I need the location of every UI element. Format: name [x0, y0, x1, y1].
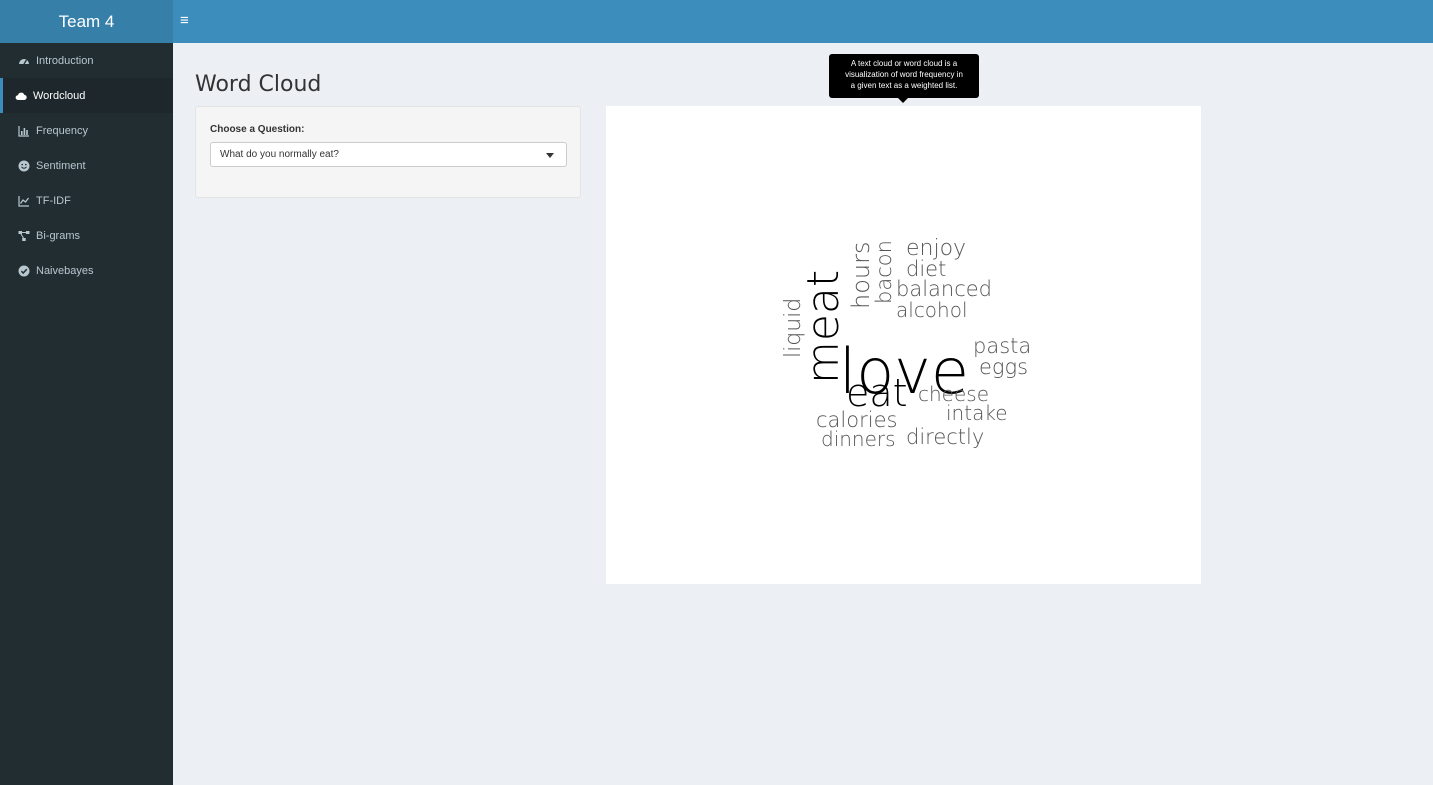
wordcloud-svg: love meat eat liquid hours bacon enjoy d…	[781, 236, 1031, 451]
sidebar: Introduction Wordcloud Frequency Sentime…	[0, 43, 173, 785]
sidebar-item-label: Bi-grams	[36, 229, 81, 242]
wordcloud-plot: love meat eat liquid hours bacon enjoy d…	[606, 106, 1201, 584]
word-alcohol: alcohol	[896, 298, 968, 322]
word-directly: directly	[906, 425, 984, 449]
word-dinners: dinners	[821, 427, 896, 451]
tooltip-line: a given text as a weighted list.	[850, 81, 958, 90]
tooltip-arrow	[898, 98, 908, 103]
sidebar-item-wordcloud[interactable]: Wordcloud	[0, 78, 173, 113]
tooltip-line: visualization of word frequency in	[845, 70, 963, 79]
sidebar-item-label: Wordcloud	[33, 89, 86, 102]
question-select[interactable]: What do you normally eat?	[210, 142, 567, 167]
sidebar-item-label: Frequency	[36, 124, 88, 137]
bar-chart-icon	[18, 125, 30, 137]
wordcloud-tooltip: A text cloud or word cloud is a visualiz…	[829, 54, 979, 98]
word-intake: intake	[946, 401, 1008, 425]
question-select-value: What do you normally eat?	[220, 149, 339, 160]
sidebar-item-label: Sentiment	[36, 159, 86, 172]
caret-down-icon	[546, 153, 554, 158]
word-eggs: eggs	[979, 355, 1028, 379]
check-circle-icon	[18, 265, 30, 277]
question-panel: Choose a Question: What do you normally …	[195, 106, 581, 198]
question-label: Choose a Question:	[210, 124, 305, 135]
sidebar-item-label: Naivebayes	[36, 264, 94, 277]
sidebar-item-bi-grams[interactable]: Bi-grams	[0, 218, 173, 253]
word-hours: hours	[847, 242, 875, 309]
dashboard-icon	[18, 55, 30, 67]
top-navbar	[0, 0, 1433, 43]
page-title: Word Cloud	[195, 72, 322, 97]
network-icon	[18, 230, 30, 242]
sidebar-toggle-button[interactable]: ≡	[180, 10, 202, 32]
tooltip-line: A text cloud or word cloud is a	[850, 59, 958, 68]
cloud-icon	[15, 90, 27, 102]
sidebar-item-frequency[interactable]: Frequency	[0, 113, 173, 148]
sidebar-item-introduction[interactable]: Introduction	[0, 43, 173, 78]
word-liquid: liquid	[781, 298, 806, 358]
sidebar-item-label: Introduction	[36, 54, 94, 67]
brand-logo[interactable]: Team 4	[0, 0, 173, 43]
word-bacon: bacon	[872, 240, 896, 304]
sidebar-item-sentiment[interactable]: Sentiment	[0, 148, 173, 183]
sidebar-item-naivebayes[interactable]: Naivebayes	[0, 253, 173, 288]
sidebar-item-tf-idf[interactable]: TF-IDF	[0, 183, 173, 218]
line-chart-icon	[18, 195, 30, 207]
smile-icon	[18, 160, 30, 172]
sidebar-item-label: TF-IDF	[36, 194, 71, 207]
